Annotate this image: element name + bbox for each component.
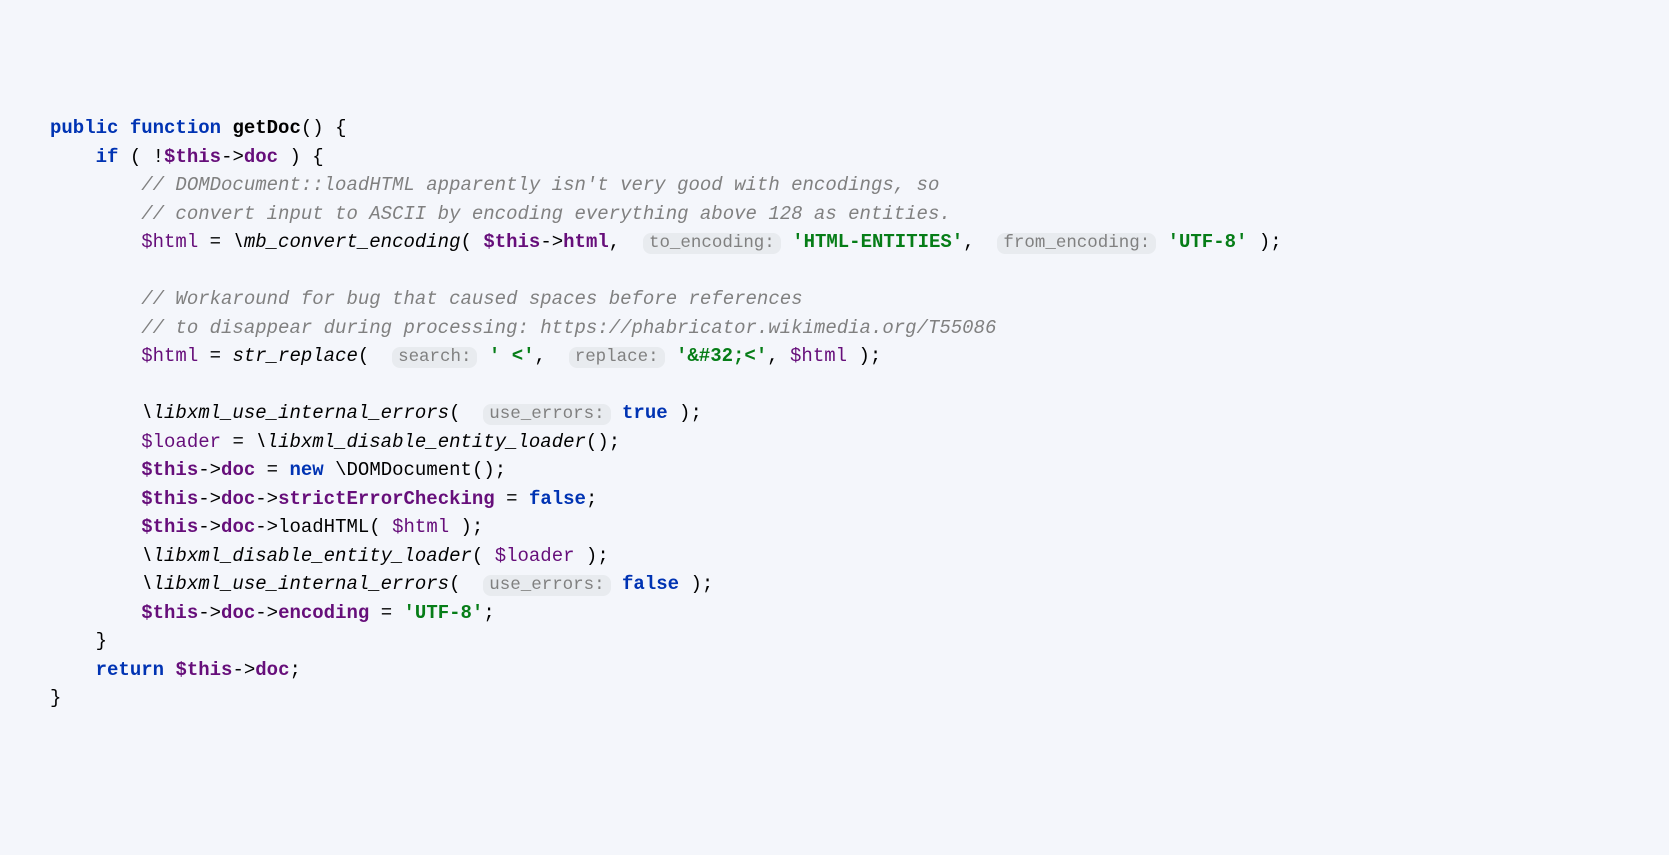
paren: ); bbox=[1259, 231, 1282, 253]
var-loader: $loader bbox=[495, 545, 575, 567]
brace-close: } bbox=[50, 687, 61, 709]
paren: ); bbox=[858, 345, 881, 367]
string-utf8: 'UTF-8' bbox=[1168, 231, 1248, 253]
var-html: $html bbox=[141, 231, 198, 253]
keyword-return: return bbox=[96, 659, 164, 681]
arrow: -> bbox=[198, 459, 221, 481]
prop-doc: doc bbox=[221, 488, 255, 510]
paren: ( bbox=[461, 231, 484, 253]
comma: , bbox=[963, 231, 974, 253]
semicolon: ; bbox=[586, 488, 597, 510]
paren: ( bbox=[369, 516, 392, 538]
arrow: -> bbox=[198, 516, 221, 538]
call-strreplace: str_replace bbox=[232, 345, 357, 367]
op-assign: = bbox=[210, 345, 221, 367]
arrow: -> bbox=[232, 659, 255, 681]
call-libxmldisable: \libxml_disable_entity_loader bbox=[141, 545, 472, 567]
op-assign: = bbox=[506, 488, 517, 510]
semicolon: ; bbox=[483, 602, 494, 624]
prop-stricterror: strictErrorChecking bbox=[278, 488, 495, 510]
comment-line: // DOMDocument::loadHTML apparently isn'… bbox=[141, 174, 939, 196]
keyword-function: function bbox=[130, 117, 221, 139]
op-assign: = bbox=[267, 459, 278, 481]
comma: , bbox=[767, 345, 778, 367]
arrow: -> bbox=[540, 231, 563, 253]
var-this: $this bbox=[141, 488, 198, 510]
var-this: $this bbox=[164, 146, 221, 168]
var-html: $html bbox=[790, 345, 847, 367]
comma: , bbox=[535, 345, 546, 367]
paren: (); bbox=[472, 459, 506, 481]
paren: ( bbox=[358, 345, 381, 367]
param-hint-fromencoding: from_encoding: bbox=[997, 233, 1156, 254]
keyword-new: new bbox=[289, 459, 323, 481]
param-hint-useerrors: use_errors: bbox=[483, 575, 610, 596]
paren: (); bbox=[586, 431, 620, 453]
paren: ) { bbox=[290, 146, 324, 168]
string-replace: '&#32;<' bbox=[676, 345, 767, 367]
call-mbconvert: \mb_convert_encoding bbox=[232, 231, 460, 253]
var-this: $this bbox=[483, 231, 540, 253]
arrow: -> bbox=[255, 488, 278, 510]
method-loadhtml: loadHTML bbox=[278, 516, 369, 538]
comma: , bbox=[609, 231, 620, 253]
var-this: $this bbox=[141, 516, 198, 538]
arrow: -> bbox=[255, 602, 278, 624]
prop-encoding: encoding bbox=[278, 602, 369, 624]
comment-line: // Workaround for bug that caused spaces… bbox=[141, 288, 802, 310]
arrow: -> bbox=[198, 488, 221, 510]
function-name: getDoc bbox=[232, 117, 300, 139]
paren: ); bbox=[461, 516, 484, 538]
param-hint-search: search: bbox=[392, 347, 477, 368]
arrow: -> bbox=[221, 146, 244, 168]
var-this: $this bbox=[141, 459, 198, 481]
paren: ( bbox=[472, 545, 495, 567]
paren: ( bbox=[449, 573, 472, 595]
string-search: ' <' bbox=[489, 345, 535, 367]
var-loader: $loader bbox=[141, 431, 221, 453]
param-hint-useerrors: use_errors: bbox=[483, 404, 610, 425]
call-libxmlerrors: \libxml_use_internal_errors bbox=[141, 573, 449, 595]
var-this: $this bbox=[175, 659, 232, 681]
paren: ); bbox=[690, 573, 713, 595]
bool-true: true bbox=[622, 402, 668, 424]
keyword-if: if bbox=[96, 146, 119, 168]
code-editor[interactable]: public function getDoc() { if ( !$this->… bbox=[0, 114, 1669, 713]
paren: ( ! bbox=[130, 146, 164, 168]
param-hint-replace: replace: bbox=[569, 347, 665, 368]
prop-doc: doc bbox=[221, 459, 255, 481]
string-htmlentities: 'HTML-ENTITIES' bbox=[792, 231, 963, 253]
var-this: $this bbox=[141, 602, 198, 624]
prop-doc: doc bbox=[255, 659, 289, 681]
prop-doc: doc bbox=[221, 602, 255, 624]
string-utf8: 'UTF-8' bbox=[404, 602, 484, 624]
call-libxmlerrors: \libxml_use_internal_errors bbox=[141, 402, 449, 424]
var-html: $html bbox=[392, 516, 449, 538]
op-assign: = bbox=[232, 431, 243, 453]
comment-line: // to disappear during processing: https… bbox=[141, 317, 996, 339]
semicolon: ; bbox=[289, 659, 300, 681]
paren: ); bbox=[679, 402, 702, 424]
var-html: $html bbox=[141, 345, 198, 367]
paren: ); bbox=[586, 545, 609, 567]
arrow: -> bbox=[255, 516, 278, 538]
call-libxmldisable: \libxml_disable_entity_loader bbox=[255, 431, 586, 453]
class-domdocument: \DOMDocument bbox=[335, 459, 472, 481]
op-assign: = bbox=[210, 231, 221, 253]
paren: () { bbox=[301, 117, 347, 139]
brace-close: } bbox=[96, 630, 107, 652]
prop-html: html bbox=[563, 231, 609, 253]
op-assign: = bbox=[381, 602, 392, 624]
comment-line: // convert input to ASCII by encoding ev… bbox=[141, 203, 951, 225]
prop-doc: doc bbox=[244, 146, 278, 168]
param-hint-toencoding: to_encoding: bbox=[643, 233, 781, 254]
keyword-public: public bbox=[50, 117, 118, 139]
bool-false: false bbox=[622, 573, 679, 595]
arrow: -> bbox=[198, 602, 221, 624]
bool-false: false bbox=[529, 488, 586, 510]
paren: ( bbox=[449, 402, 472, 424]
prop-doc: doc bbox=[221, 516, 255, 538]
